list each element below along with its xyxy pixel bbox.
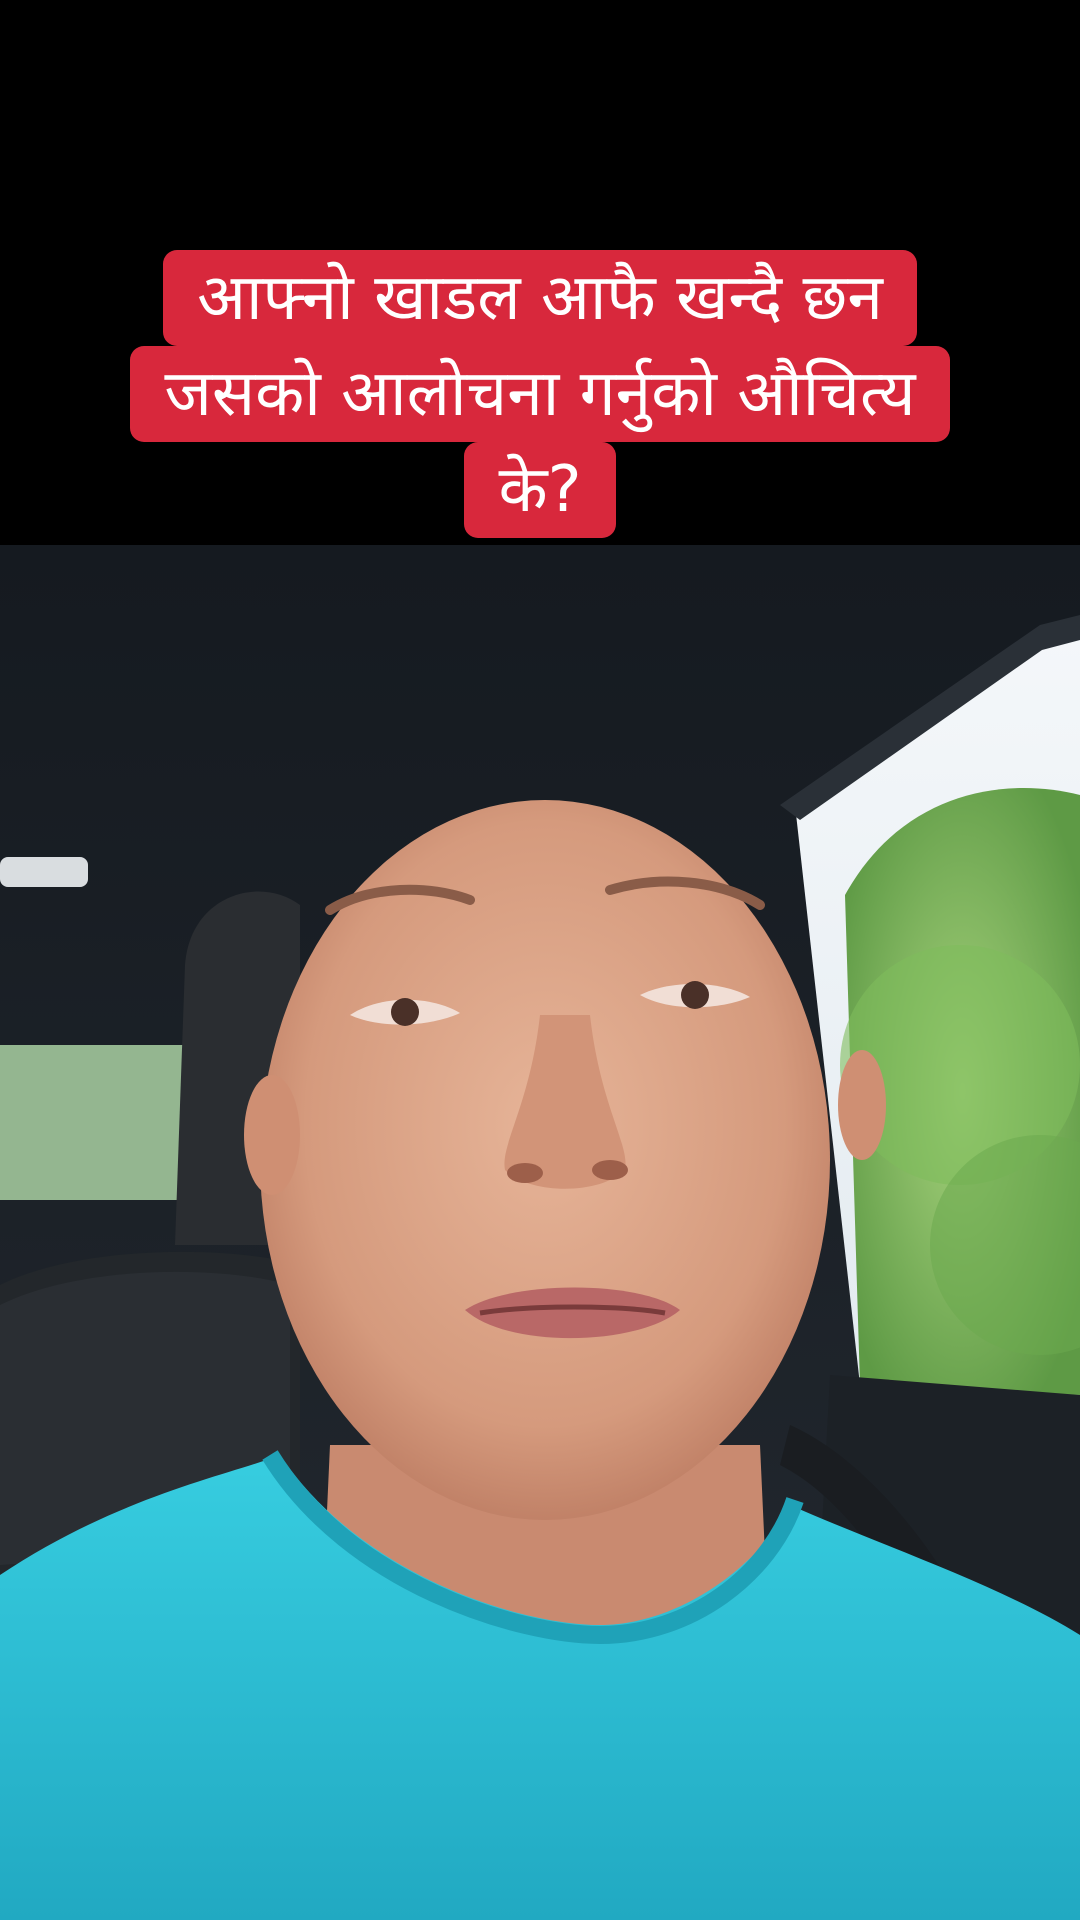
video-stage: आफ्नो खाडल आफै खन्दै छन जसको आलोचना गर्न… (0, 0, 1080, 1920)
caption-line-1: आफ्नो खाडल आफै खन्दै छन (163, 250, 917, 346)
caption-line-3: के? (464, 442, 616, 538)
video-frame (0, 545, 1080, 1920)
video-still (0, 545, 1080, 1920)
caption-overlay: आफ्नो खाडल आफै खन्दै छन जसको आलोचना गर्न… (0, 250, 1080, 538)
caption-line-2: जसको आलोचना गर्नुको औचित्य (130, 346, 950, 442)
